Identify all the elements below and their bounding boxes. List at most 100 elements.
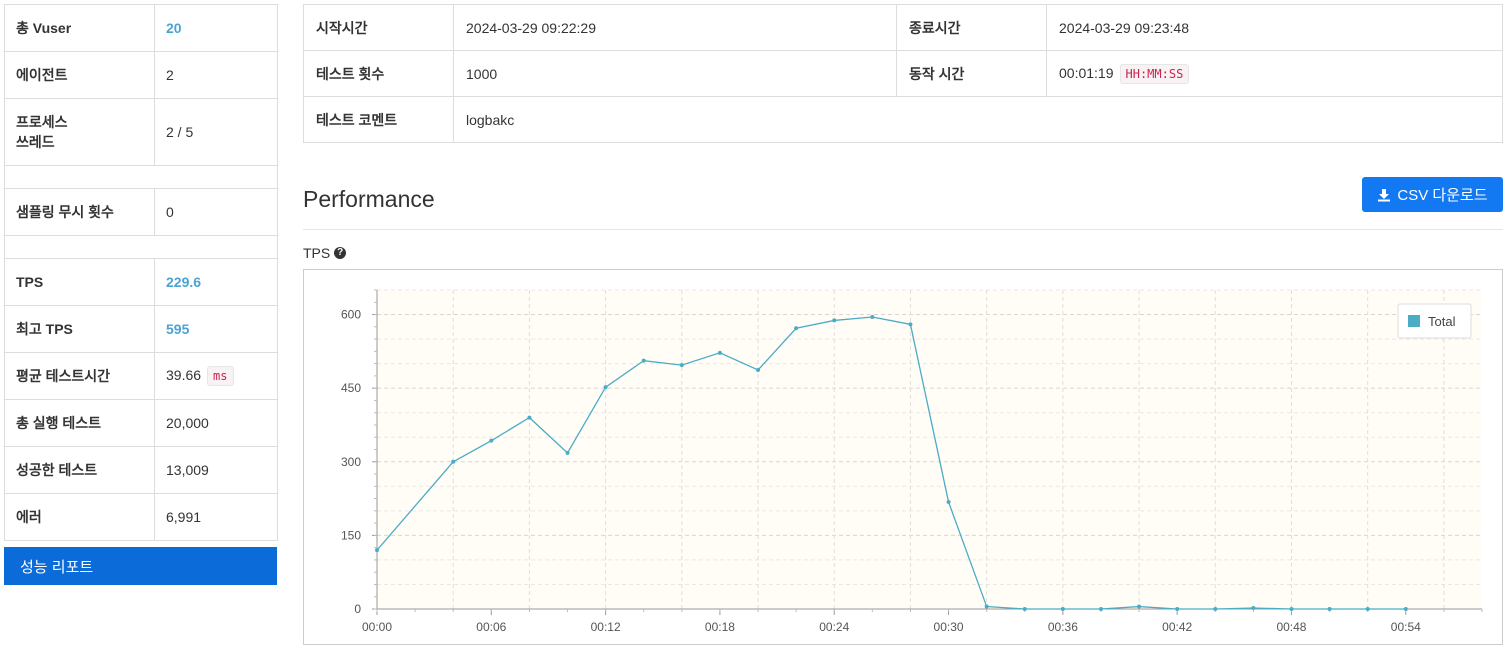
x-tick-label: 00:18: [705, 620, 735, 634]
data-point: [1060, 607, 1065, 611]
data-point: [908, 322, 913, 327]
x-tick-label: 00:54: [1391, 620, 1421, 634]
summary-value-cell: 20,000: [154, 399, 278, 447]
data-point: [527, 415, 532, 420]
data-point: [946, 500, 951, 505]
data-point: [756, 367, 761, 372]
summary-row: 총 실행 테스트 20,000: [4, 399, 278, 447]
data-point: [1365, 607, 1370, 611]
data-point: [1137, 604, 1142, 609]
data-point: [794, 326, 799, 331]
data-point: [489, 438, 494, 443]
summary-spacer-cell: [4, 235, 278, 259]
summary-value: 2: [166, 67, 174, 83]
summary-value: 39.66: [166, 367, 202, 383]
duration-cell: 00:01:19 HH:MM:SS: [1046, 50, 1503, 97]
summary-label: 최고 TPS: [4, 305, 155, 353]
start-time-value: 2024-03-29 09:22:29: [453, 4, 897, 51]
summary-row: 샘플링 무시 횟수 0: [4, 188, 278, 236]
data-point: [1175, 607, 1180, 611]
y-tick-label: 0: [354, 602, 361, 616]
data-point: [1098, 607, 1103, 611]
duration-label: 동작 시간: [896, 50, 1047, 97]
data-point: [603, 385, 608, 390]
download-icon: [1378, 188, 1391, 201]
summary-value: 229.6: [166, 274, 202, 290]
data-point: [679, 363, 684, 368]
x-tick-label: 00:12: [591, 620, 621, 634]
x-tick-label: 00:06: [476, 620, 506, 634]
data-point: [1213, 607, 1218, 611]
data-point: [832, 318, 837, 323]
data-point: [984, 604, 989, 609]
summary-label: 프로세스 쓰레드: [4, 98, 155, 166]
tps-chart-svg: 0 150 300 450 600 00:00 00:06 00:12 00:18 00:24 00…: [341, 289, 1483, 634]
x-tick-label: 00:36: [1048, 620, 1078, 634]
test-count-value: 1000: [453, 50, 897, 97]
help-icon[interactable]: ?: [334, 247, 347, 259]
summary-spacer-row: [4, 165, 278, 189]
duration-unit-badge: HH:MM:SS: [1119, 63, 1190, 84]
summary-label: 에이전트: [4, 51, 155, 99]
summary-panel: 총 Vuser 20 에이전트 2 프로세스 쓰레드 2 / 5 샘플링 무시 횟수 0 TPS…: [4, 4, 278, 541]
y-tick-label: 450: [341, 381, 361, 395]
csv-download-label: CSV 다운로드: [1397, 187, 1488, 204]
unit-badge: ms: [207, 366, 234, 386]
data-point: [451, 459, 456, 464]
csv-download-button[interactable]: CSV 다운로드: [1362, 177, 1503, 212]
summary-value-cell: 0: [154, 188, 278, 236]
summary-value: 2 / 5: [166, 124, 194, 140]
summary-value: 595: [166, 321, 190, 337]
y-tick-label: 300: [341, 455, 361, 469]
summary-value-cell: 229.6: [154, 258, 278, 306]
legend-label: Total: [1428, 314, 1456, 329]
summary-value: 20,000: [166, 415, 209, 431]
summary-value-cell: 2 / 5: [154, 98, 278, 166]
plot-background: [377, 290, 1482, 609]
y-tick-label: 600: [341, 308, 361, 322]
info-row: 시작시간 2024-03-29 09:22:29 종료시간 2024-03-29…: [303, 4, 1503, 51]
x-tick-label: 00:30: [934, 620, 964, 634]
section-divider: [303, 229, 1503, 230]
summary-value-cell: 20: [154, 4, 278, 52]
legend-swatch: [1408, 315, 1420, 327]
data-point: [375, 548, 379, 553]
summary-value-cell: 595: [154, 305, 278, 353]
data-point: [1327, 607, 1332, 611]
data-point: [1251, 606, 1256, 611]
summary-spacer-cell: [4, 165, 278, 189]
summary-row: 성공한 테스트 13,009: [4, 446, 278, 494]
summary-row: 에러 6,991: [4, 493, 278, 541]
x-tick-label: 00:48: [1276, 620, 1306, 634]
summary-row: TPS 229.6: [4, 258, 278, 306]
summary-label: TPS: [4, 258, 155, 306]
summary-label: 총 Vuser: [4, 4, 155, 52]
duration-value: 00:01:19: [1059, 64, 1114, 81]
summary-table: 총 Vuser 20 에이전트 2 프로세스 쓰레드 2 / 5 샘플링 무시 횟수 0 TPS…: [4, 4, 278, 541]
x-tick-label: 00:24: [819, 620, 849, 634]
start-time-label: 시작시간: [303, 4, 454, 51]
summary-row: 에이전트 2: [4, 51, 278, 99]
x-tick-label: 00:42: [1162, 620, 1192, 634]
data-point: [1289, 607, 1294, 611]
info-row: 테스트 코멘트 logbakc: [303, 96, 1503, 143]
summary-value-cell: 2: [154, 51, 278, 99]
summary-row: 최고 TPS 595: [4, 305, 278, 353]
info-row: 테스트 횟수 1000 동작 시간 00:01:19 HH:MM:SS: [303, 50, 1503, 97]
summary-value-cell: 6,991: [154, 493, 278, 541]
summary-label: 샘플링 무시 횟수: [4, 188, 155, 236]
tps-chart: 0 150 300 450 600 00:00 00:06 00:12 00:18 00:24 00…: [303, 269, 1503, 645]
performance-title: Performance: [303, 186, 435, 212]
summary-label: 총 실행 테스트: [4, 399, 155, 447]
summary-value: 13,009: [166, 462, 209, 478]
x-tick-label: 00:00: [362, 620, 392, 634]
test-info-table: 시작시간 2024-03-29 09:22:29 종료시간 2024-03-29…: [303, 4, 1503, 143]
summary-row: 프로세스 쓰레드 2 / 5: [4, 98, 278, 166]
performance-report-button[interactable]: 성능 리포트: [4, 547, 277, 585]
data-point: [1022, 607, 1027, 611]
end-time-label: 종료시간: [896, 4, 1047, 51]
test-comment-value: logbakc: [453, 96, 1503, 143]
summary-value: 0: [166, 204, 174, 220]
test-comment-label: 테스트 코멘트: [303, 96, 454, 143]
summary-value-cell: 39.66 ms: [154, 352, 278, 400]
